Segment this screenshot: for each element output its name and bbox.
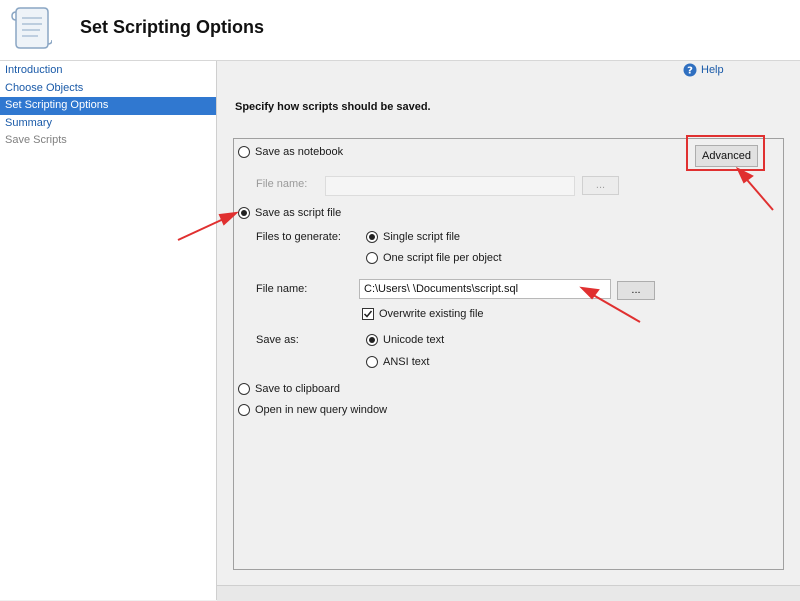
wizard-header: Set Scripting Options (0, 0, 800, 61)
single-script-file-label: Single script file (383, 231, 461, 243)
notebook-file-name-label: File name: (256, 178, 308, 190)
sidebar-item-set-scripting-options[interactable]: Set Scripting Options (0, 97, 216, 115)
svg-text:?: ? (687, 66, 693, 77)
one-file-per-object-label: One script file per object (383, 252, 502, 264)
radio-circle (366, 356, 378, 368)
button-bar-strip (217, 585, 800, 601)
help-label: Help (701, 64, 724, 76)
page-title: Set Scripting Options (80, 17, 265, 37)
notebook-file-name-input (325, 176, 575, 196)
save-as-notebook-label: Save as notebook (255, 146, 344, 158)
unicode-text-radio[interactable]: Unicode text (366, 334, 444, 346)
ansi-text-radio[interactable]: ANSI text (366, 356, 429, 368)
checkbox-box (362, 308, 374, 320)
script-scroll-icon (11, 7, 52, 49)
radio-circle-selected (366, 334, 378, 346)
save-as-script-file-radio[interactable]: Save as script file (238, 207, 341, 219)
advanced-highlight-box (686, 135, 765, 171)
overwrite-existing-label: Overwrite existing file (379, 308, 484, 320)
sidebar-item-summary[interactable]: Summary (0, 115, 216, 133)
one-file-per-object-radio[interactable]: One script file per object (366, 252, 502, 264)
ansi-text-label: ANSI text (383, 356, 430, 368)
check-icon (363, 310, 373, 318)
overwrite-existing-checkbox[interactable]: Overwrite existing file (362, 308, 484, 320)
open-in-query-window-radio[interactable]: Open in new query window (238, 404, 387, 416)
files-to-generate-label: Files to generate: (256, 231, 341, 243)
save-to-clipboard-label: Save to clipboard (255, 383, 340, 395)
sidebar-item-choose-objects[interactable]: Choose Objects (0, 80, 216, 98)
wizard-sidebar: Introduction Choose Objects Set Scriptin… (0, 61, 217, 600)
script-file-name-label: File name: (256, 283, 308, 295)
save-as-script-file-label: Save as script file (255, 207, 342, 219)
script-browse-button[interactable]: ... (617, 281, 655, 300)
unicode-text-label: Unicode text (383, 334, 445, 346)
radio-circle-selected (238, 207, 250, 219)
help-icon: ? (683, 63, 697, 77)
single-script-file-radio[interactable]: Single script file (366, 231, 460, 243)
instruction-text: Specify how scripts should be saved. (235, 101, 431, 113)
save-options-group (233, 138, 784, 570)
radio-circle (238, 404, 250, 416)
notebook-browse-button: ... (582, 176, 619, 195)
radio-circle-selected (366, 231, 378, 243)
save-as-notebook-radio[interactable]: Save as notebook (238, 146, 343, 158)
radio-circle (238, 146, 250, 158)
radio-circle (238, 383, 250, 395)
help-link[interactable]: ? Help (683, 63, 724, 77)
radio-circle (366, 252, 378, 264)
save-as-label: Save as: (256, 334, 299, 346)
sidebar-item-introduction[interactable]: Introduction (0, 62, 216, 80)
open-in-query-window-label: Open in new query window (255, 404, 388, 416)
save-to-clipboard-radio[interactable]: Save to clipboard (238, 383, 340, 395)
script-file-name-input[interactable]: C:\Users\ \Documents\script.sql (359, 279, 611, 299)
sidebar-item-save-scripts: Save Scripts (5, 134, 67, 146)
